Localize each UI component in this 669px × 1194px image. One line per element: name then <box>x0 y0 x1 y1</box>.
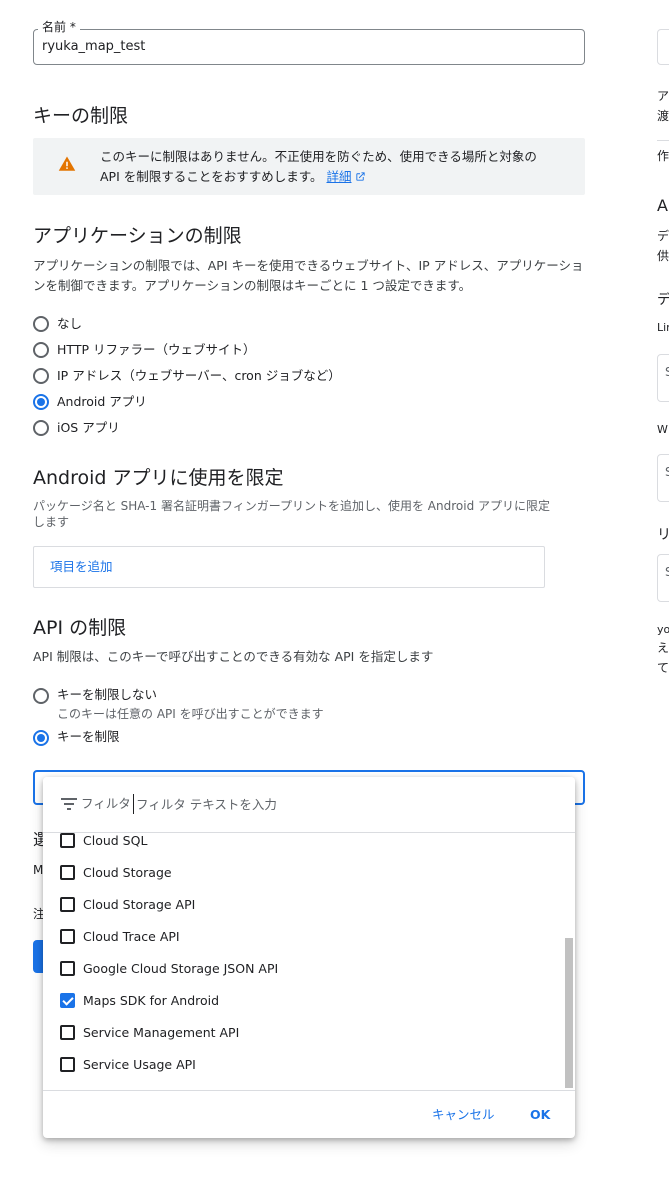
android-restriction-title: Android アプリに使用を限定 <box>33 467 284 489</box>
right-text-5: デ <box>657 229 669 243</box>
radio-dont-restrict-key-sub: このキーは任意の API を呼び出すことができます <box>57 707 324 721</box>
api-option-label[interactable]: Cloud SQL <box>83 833 147 849</box>
radio-ip-address[interactable] <box>33 368 49 384</box>
radio-ios-app-label[interactable]: iOS アプリ <box>57 420 120 436</box>
external-link-icon[interactable] <box>355 171 366 182</box>
warning-icon <box>58 156 76 171</box>
api-restrictions-description: API 制限は、このキーで呼び出すことのできる有効な API を指定します <box>33 649 434 664</box>
cancel-button[interactable]: キャンセル <box>432 1107 495 1123</box>
api-option-label[interactable]: Google Cloud Storage JSON API <box>83 961 278 977</box>
right-text-12: リ <box>657 527 669 543</box>
right-text-9: S <box>665 365 669 379</box>
filter-input[interactable] <box>133 794 533 814</box>
filter-label: フィルタ <box>81 796 131 811</box>
right-text-2: 渡 <box>657 109 669 123</box>
learn-more-link[interactable]: 詳細 <box>326 169 351 184</box>
right-text-13: S <box>665 565 669 579</box>
api-option-label[interactable]: Service Management API <box>83 1025 239 1041</box>
radio-http-referrer-label[interactable]: HTTP リファラー（ウェブサイト） <box>57 342 255 358</box>
radio-ios-app[interactable] <box>33 420 49 436</box>
right-text-15: え <box>657 641 669 655</box>
right-text-7: デ <box>657 292 669 308</box>
radio-restrict-key[interactable] <box>33 730 49 746</box>
right-text-8: Lin <box>657 321 669 334</box>
right-text-1: ア <box>657 89 669 103</box>
dropdown-scrollbar[interactable] <box>565 938 573 1088</box>
right-divider <box>657 140 669 141</box>
name-field-label: 名前 * <box>38 19 80 35</box>
android-restriction-description: パッケージ名と SHA-1 署名証明書フィンガープリントを追加し、使用を And… <box>33 499 551 529</box>
right-text-11: S <box>665 465 669 479</box>
radio-none[interactable] <box>33 316 49 332</box>
api-option-checkbox-checked[interactable] <box>60 993 75 1008</box>
radio-dont-restrict-key-label[interactable]: キーを制限しない <box>57 687 157 703</box>
key-restrictions-title: キーの制限 <box>33 105 129 127</box>
selected-apis-text-fragment: M <box>33 863 44 877</box>
right-text-10: W <box>657 423 668 436</box>
api-option-label[interactable]: Cloud Storage <box>83 865 172 881</box>
api-dropdown-panel: フィルタ Cloud SQL Cloud Storage Cloud Stora… <box>43 777 575 1138</box>
add-item-button[interactable]: 項目を追加 <box>50 558 113 576</box>
api-option[interactable]: Cloud Storage API <box>43 889 563 921</box>
dropdown-footer: キャンセル OK <box>43 1090 575 1138</box>
api-option-label[interactable]: Maps SDK for Android <box>83 993 219 1009</box>
api-option[interactable]: Google Cloud Storage JSON API <box>43 953 563 985</box>
api-option[interactable]: Service Management API <box>43 1017 563 1049</box>
radio-android-app[interactable] <box>33 394 49 410</box>
api-option-checkbox[interactable] <box>60 929 75 944</box>
right-text-16: て <box>657 661 669 675</box>
api-option-label[interactable]: Cloud Trace API <box>83 929 180 945</box>
name-field-value[interactable]: ryuka_map_test <box>42 38 145 56</box>
api-option-checkbox[interactable] <box>60 833 75 848</box>
api-option[interactable]: Cloud SQL <box>43 825 563 857</box>
radio-restrict-key-label[interactable]: キーを制限 <box>57 729 120 745</box>
api-option[interactable]: Cloud Trace API <box>43 921 563 953</box>
filter-icon <box>61 798 77 810</box>
api-option-checkbox[interactable] <box>60 1025 75 1040</box>
api-option[interactable]: Cloud Storage <box>43 857 563 889</box>
radio-android-app-label[interactable]: Android アプリ <box>57 394 147 410</box>
right-text-14: yo <box>657 623 669 636</box>
api-option-checkbox[interactable] <box>60 1057 75 1072</box>
right-text-4: A <box>657 196 668 215</box>
radio-ip-address-label[interactable]: IP アドレス（ウェブサーバー、cron ジョブなど） <box>57 368 341 384</box>
api-option[interactable]: Service Usage API <box>43 1049 563 1081</box>
right-field-1[interactable] <box>657 29 669 65</box>
right-text-6: 供 <box>657 249 669 263</box>
api-restrictions-title: API の制限 <box>33 617 127 639</box>
warning-message: このキーに制限はありません。不正使用を防ぐため、使用できる場所と対象の API … <box>100 149 537 184</box>
api-option-label[interactable]: Cloud Storage API <box>83 897 195 913</box>
api-option-checkbox[interactable] <box>60 897 75 912</box>
api-option-label[interactable]: Service Usage API <box>83 1057 196 1073</box>
right-text-3: 作 <box>657 149 669 163</box>
ok-button[interactable]: OK <box>530 1107 550 1123</box>
radio-dont-restrict-key[interactable] <box>33 688 49 704</box>
radio-http-referrer[interactable] <box>33 342 49 358</box>
api-option-checkbox[interactable] <box>60 865 75 880</box>
api-option-checkbox[interactable] <box>60 961 75 976</box>
api-option[interactable]: Maps SDK for Android <box>43 985 563 1017</box>
warning-text: このキーに制限はありません。不正使用を防ぐため、使用できる場所と対象の API … <box>100 147 560 187</box>
app-restrictions-title: アプリケーションの制限 <box>33 225 242 247</box>
app-restrictions-description: アプリケーションの制限では、API キーを使用できるウェブサイト、IP アドレス… <box>33 258 584 293</box>
radio-none-label[interactable]: なし <box>57 316 82 332</box>
